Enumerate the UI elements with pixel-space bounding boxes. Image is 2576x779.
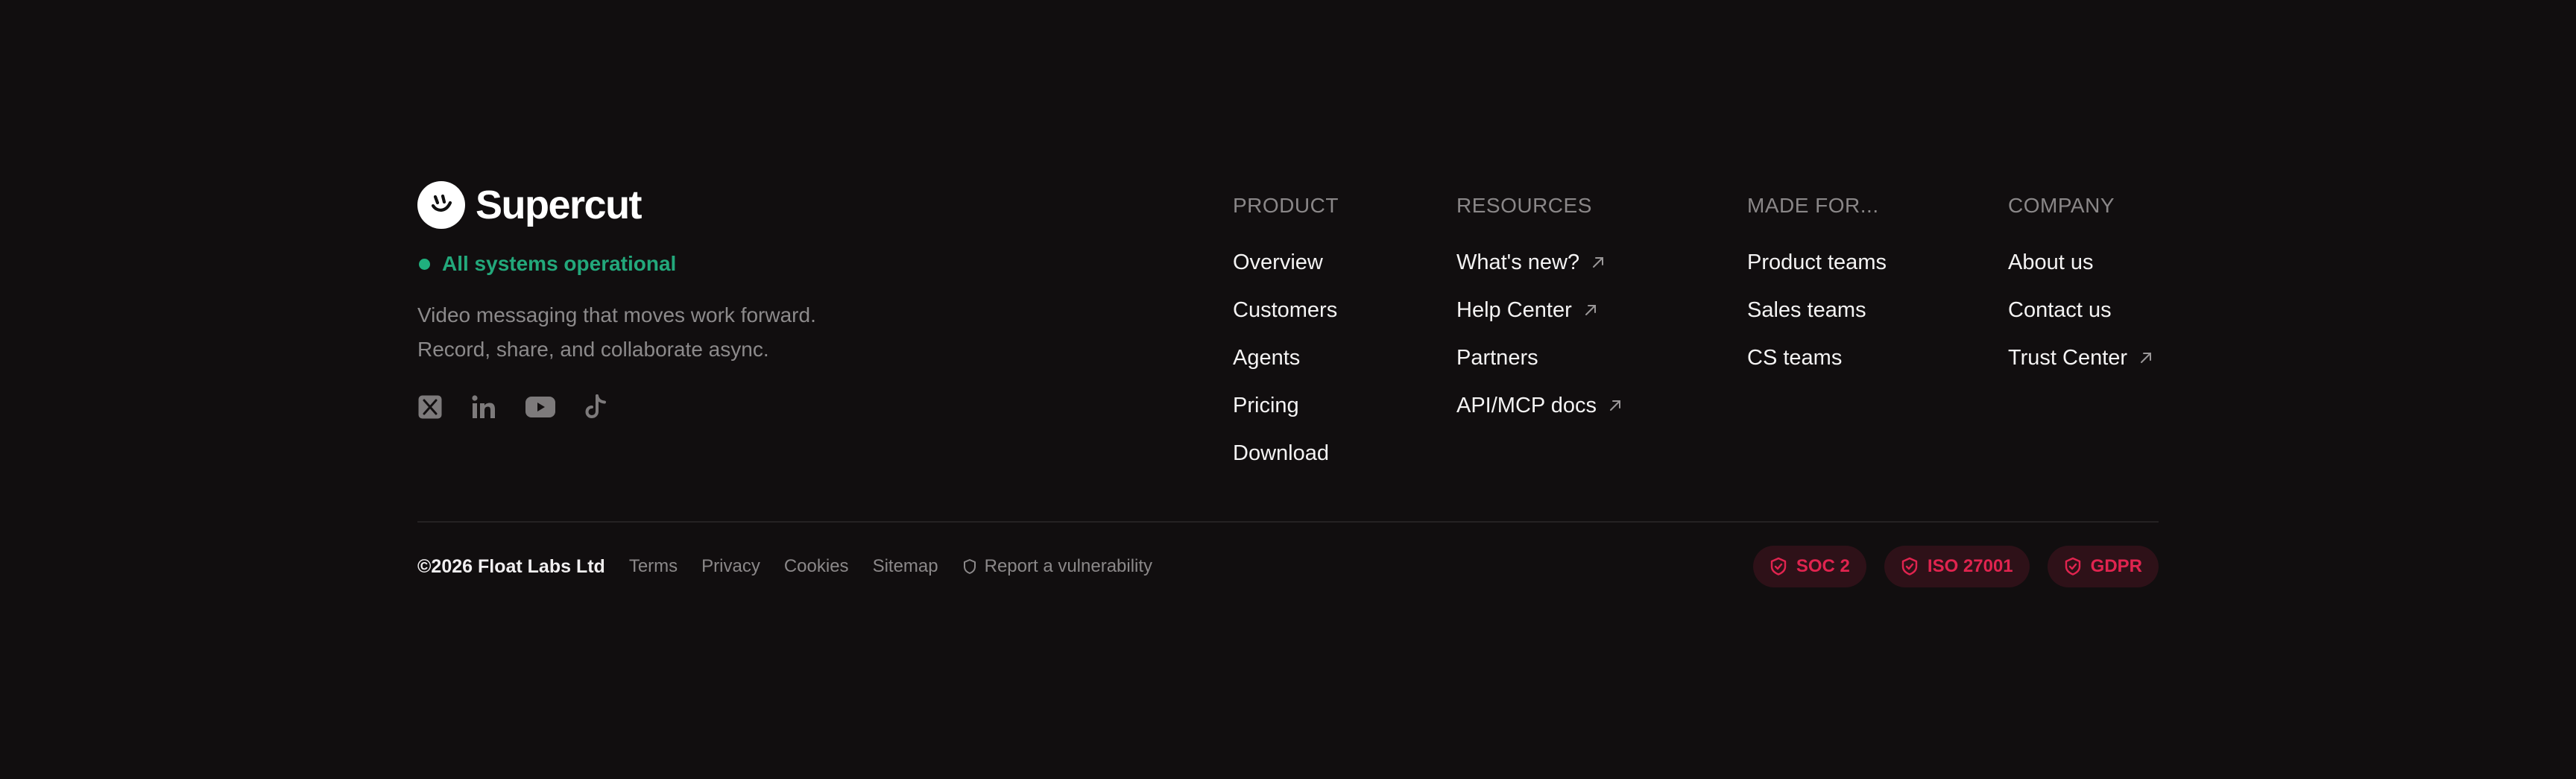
gdpr-badge[interactable]: GDPR: [2047, 546, 2159, 587]
shield-check-icon: [2065, 557, 2080, 575]
link-label: Product teams: [1747, 250, 1887, 274]
badge-label: ISO 27001: [1927, 556, 2013, 576]
footer-column-resources: RESOURCES What's new? Help Center Partne…: [1456, 180, 1622, 429]
footer-link-api-mcp-docs[interactable]: API/MCP docs: [1456, 382, 1622, 429]
link-label: Sales teams: [1747, 297, 1866, 322]
legal-links: ©2026 Float Labs Ltd Terms Privacy Cooki…: [417, 546, 1152, 587]
iso27001-badge[interactable]: ISO 27001: [1884, 546, 2030, 587]
link-label: CS teams: [1747, 345, 1843, 370]
external-arrow-icon: [2139, 351, 2153, 365]
footer-link-about-us[interactable]: About us: [2008, 239, 2153, 286]
footer-link-pricing[interactable]: Pricing: [1233, 382, 1339, 429]
link-label: Pricing: [1233, 393, 1299, 417]
link-label: About us: [2008, 250, 2094, 274]
brand-block: Supercut All systems operational Video m…: [417, 180, 939, 422]
sitemap-link[interactable]: Sitemap: [873, 556, 938, 577]
link-label: Customers: [1233, 297, 1338, 322]
footer-bottom-bar: ©2026 Float Labs Ltd Terms Privacy Cooki…: [417, 546, 2159, 587]
link-label: Download: [1233, 441, 1329, 465]
footer-link-cs-teams[interactable]: CS teams: [1747, 334, 1887, 382]
smile-face-icon: [417, 181, 465, 229]
footer-link-partners[interactable]: Partners: [1456, 334, 1622, 382]
logo[interactable]: Supercut: [417, 180, 939, 230]
youtube-icon[interactable]: [525, 392, 556, 422]
x-twitter-icon[interactable]: [417, 392, 443, 422]
copyright-text: ©2026 Float Labs Ltd: [417, 555, 605, 577]
tagline-line-2: Record, share, and collaborate async.: [417, 338, 769, 361]
tagline-line-1: Video messaging that moves work forward.: [417, 303, 816, 327]
link-label: Agents: [1233, 345, 1301, 370]
soc2-badge[interactable]: SOC 2: [1752, 546, 1866, 587]
link-label: Contact us: [2008, 297, 2112, 322]
link-label: Overview: [1233, 250, 1323, 274]
column-heading: RESOURCES: [1456, 194, 1592, 217]
shield-icon: [963, 559, 976, 574]
tagline: Video messaging that moves work forward.…: [417, 298, 939, 367]
tiktok-icon[interactable]: [584, 392, 608, 422]
footer-link-overview[interactable]: Overview: [1233, 239, 1339, 286]
footer-link-trust-center[interactable]: Trust Center: [2008, 334, 2153, 382]
external-arrow-icon: [1584, 303, 1597, 317]
status-text: All systems operational: [442, 252, 677, 275]
footer-column-company: COMPANY About us Contact us Trust Center: [2008, 180, 2153, 382]
terms-link[interactable]: Terms: [629, 556, 678, 577]
badge-label: SOC 2: [1796, 556, 1850, 576]
link-label: Help Center: [1456, 297, 1572, 322]
footer-link-contact-us[interactable]: Contact us: [2008, 286, 2153, 334]
site-footer: Supercut All systems operational Video m…: [417, 180, 2159, 590]
shield-check-icon: [1770, 557, 1787, 575]
footer-link-help-center[interactable]: Help Center: [1456, 286, 1622, 334]
status-dot-icon: [419, 258, 430, 270]
column-heading: MADE FOR...: [1747, 194, 1879, 217]
external-arrow-icon: [1609, 399, 1622, 412]
footer-link-sales-teams[interactable]: Sales teams: [1747, 286, 1887, 334]
footer-link-download[interactable]: Download: [1233, 429, 1339, 477]
footer-link-whats-new[interactable]: What's new?: [1456, 239, 1622, 286]
link-label: Trust Center: [2008, 345, 2128, 370]
cookies-link[interactable]: Cookies: [784, 556, 849, 577]
external-arrow-icon: [1591, 256, 1605, 269]
footer-link-customers[interactable]: Customers: [1233, 286, 1339, 334]
footer-divider: [417, 521, 2159, 523]
footer-link-agents[interactable]: Agents: [1233, 334, 1339, 382]
shield-check-icon: [1901, 557, 1918, 575]
report-vulnerability-link[interactable]: Report a vulnerability: [962, 556, 1152, 577]
column-heading: COMPANY: [2008, 194, 2115, 217]
privacy-link[interactable]: Privacy: [701, 556, 760, 577]
link-label: What's new?: [1456, 250, 1580, 274]
compliance-badges: SOC 2 ISO 27001 GDPR: [1735, 546, 2159, 587]
brand-name: Supercut: [476, 183, 643, 227]
social-links: [417, 392, 939, 422]
footer-column-product: PRODUCT Overview Customers Agents Pricin…: [1233, 180, 1339, 477]
link-label: Partners: [1456, 345, 1538, 370]
linkedin-icon[interactable]: [471, 392, 496, 422]
badge-label: GDPR: [2090, 556, 2142, 576]
column-heading: PRODUCT: [1233, 194, 1339, 217]
report-label: Report a vulnerability: [984, 556, 1153, 576]
footer-link-product-teams[interactable]: Product teams: [1747, 239, 1887, 286]
system-status[interactable]: All systems operational: [417, 249, 939, 279]
link-label: API/MCP docs: [1456, 393, 1597, 417]
footer-column-made-for: MADE FOR... Product teams Sales teams CS…: [1747, 180, 1887, 382]
